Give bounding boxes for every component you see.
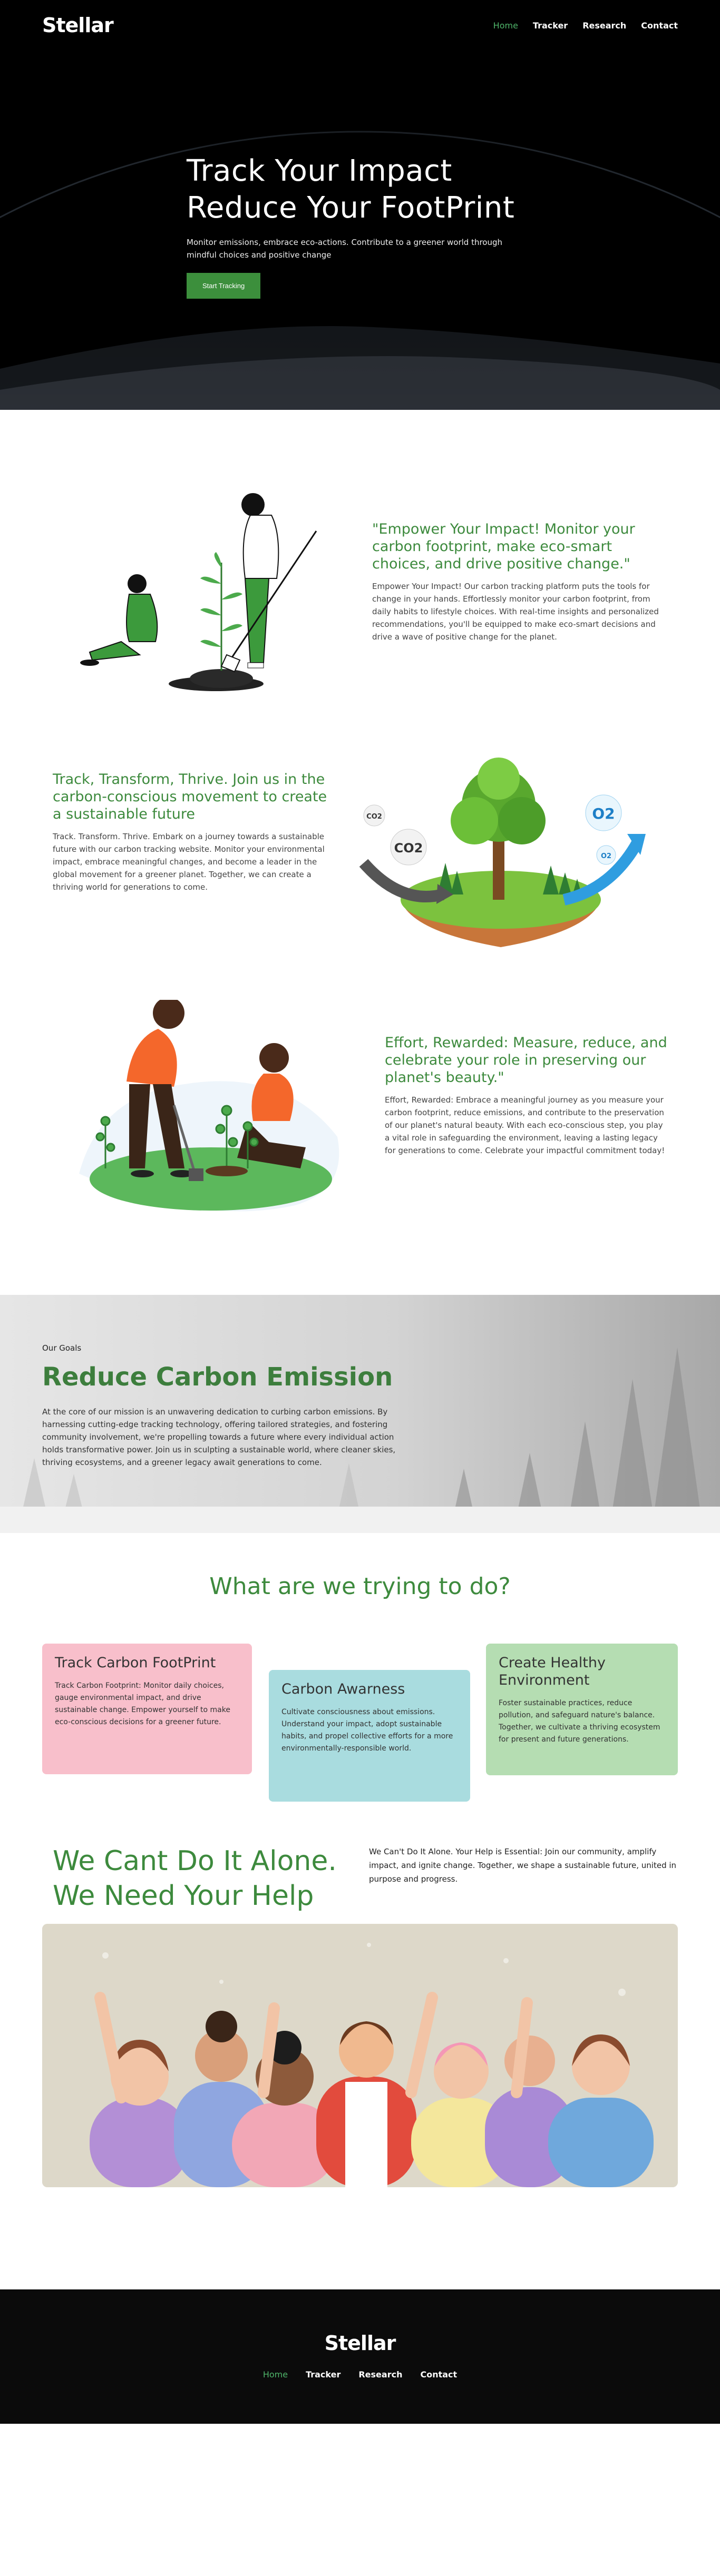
o2-small-label: O2 bbox=[601, 852, 611, 860]
card-carbon-awareness: Carbon Awarness Cultivate consciousness … bbox=[269, 1670, 470, 1802]
feature-track-text: Track, Transform, Thrive. Join us in the… bbox=[53, 771, 337, 893]
crowd-illustration bbox=[42, 1924, 678, 2187]
footer-home-link[interactable]: Home bbox=[263, 2369, 288, 2380]
footer-contact-link[interactable]: Contact bbox=[420, 2369, 457, 2380]
feature-track-title: Track, Transform, Thrive. Join us in the… bbox=[53, 771, 327, 822]
co2-big-label: CO2 bbox=[394, 841, 423, 856]
hero-content: Track Your Impact Reduce Your FootPrint … bbox=[187, 153, 524, 299]
nav-links: Home Tracker Research Contact bbox=[493, 21, 678, 31]
hero-title: Track Your Impact Reduce Your FootPrint bbox=[187, 153, 524, 227]
planting-illustration bbox=[80, 493, 317, 691]
watering-illustration bbox=[79, 1000, 339, 1212]
help-section: We Cant Do It Alone. We Need Your Help W… bbox=[0, 1838, 720, 2576]
nav-home-link[interactable]: Home bbox=[493, 21, 518, 31]
feature-effort-text: Effort, Rewarded: Measure, reduce, and c… bbox=[385, 1034, 669, 1157]
start-tracking-button[interactable]: Start Tracking bbox=[187, 273, 261, 299]
co2-small-label: CO2 bbox=[366, 813, 382, 821]
goals-content: Our Goals Reduce Carbon Emission At the … bbox=[42, 1343, 406, 1469]
brand-logo[interactable]: Stellar bbox=[42, 14, 114, 37]
o2-big-label: O2 bbox=[592, 805, 615, 822]
hero-section: Stellar Home Tracker Research Contact Tr… bbox=[0, 0, 720, 410]
top-nav: Stellar Home Tracker Research Contact bbox=[0, 0, 720, 51]
footer-nav: Home Tracker Research Contact bbox=[0, 2369, 720, 2380]
hero-subtitle: Monitor emissions, embrace eco-actions. … bbox=[187, 238, 503, 260]
feature-effort: Effort, Rewarded: Measure, reduce, and c… bbox=[0, 989, 720, 1295]
help-title-line2: We Need Your Help bbox=[53, 1880, 314, 1912]
feature-empower-body: Empower Your Impact! Our carbon tracking… bbox=[372, 582, 659, 642]
goals-title: Reduce Carbon Emission bbox=[42, 1362, 393, 1392]
footer-logo[interactable]: Stellar bbox=[0, 2332, 720, 2355]
goals-kicker: Our Goals bbox=[42, 1343, 82, 1353]
nav-tracker-link[interactable]: Tracker bbox=[533, 21, 568, 31]
card-carbon-awareness-body: Cultivate consciousness about emissions.… bbox=[281, 1708, 453, 1753]
goals-body: At the core of our mission is an unwaver… bbox=[42, 1407, 396, 1467]
nav-research-link[interactable]: Research bbox=[582, 21, 626, 31]
co2-island-illustration: CO2 CO2 O2 O2 bbox=[359, 758, 646, 947]
feature-empower-text: "Empower Your Impact! Monitor your carbo… bbox=[372, 520, 667, 643]
feature-track: Track, Transform, Thrive. Join us in the… bbox=[0, 747, 720, 989]
card-track-footprint-title: Track Carbon FootPrint bbox=[55, 1655, 216, 1671]
feature-effort-body: Effort, Rewarded: Embrace a meaningful j… bbox=[385, 1095, 665, 1155]
help-title-line1: We Cant Do It Alone. bbox=[53, 1845, 337, 1877]
help-title: We Cant Do It Alone. We Need Your Help bbox=[53, 1844, 337, 1913]
nav-contact-link[interactable]: Contact bbox=[641, 21, 678, 31]
hero-title-line2: Reduce Your FootPrint bbox=[187, 191, 515, 225]
card-healthy-environment-body: Foster sustainable practices, reduce pol… bbox=[499, 1699, 660, 1744]
feature-track-body: Track. Transform. Thrive. Embark on a jo… bbox=[53, 832, 325, 892]
card-healthy-environment-title: Create Healthy Environment bbox=[499, 1655, 606, 1688]
card-track-footprint: Track Carbon FootPrint Track Carbon Foot… bbox=[42, 1644, 252, 1774]
mission-cards-section: What are we trying to do? Track Carbon F… bbox=[0, 1533, 720, 1812]
feature-empower: "Empower Your Impact! Monitor your carbo… bbox=[0, 489, 720, 747]
card-track-footprint-body: Track Carbon Footprint: Monitor daily ch… bbox=[55, 1682, 230, 1726]
hero-title-line1: Track Your Impact bbox=[187, 154, 452, 188]
goals-section: Our Goals Reduce Carbon Emission At the … bbox=[0, 1295, 720, 1533]
card-carbon-awareness-title: Carbon Awarness bbox=[281, 1681, 405, 1697]
footer-tracker-link[interactable]: Tracker bbox=[306, 2369, 340, 2380]
footer-research-link[interactable]: Research bbox=[358, 2369, 402, 2380]
feature-effort-title: Effort, Rewarded: Measure, reduce, and c… bbox=[385, 1035, 667, 1086]
feature-empower-title: "Empower Your Impact! Monitor your carbo… bbox=[372, 521, 635, 572]
help-body: We Can't Do It Alone. Your Help is Essen… bbox=[369, 1847, 677, 1884]
site-footer: Stellar Home Tracker Research Contact bbox=[0, 2289, 720, 2424]
mission-title: What are we trying to do? bbox=[209, 1573, 511, 1600]
card-healthy-environment: Create Healthy Environment Foster sustai… bbox=[486, 1644, 678, 1775]
